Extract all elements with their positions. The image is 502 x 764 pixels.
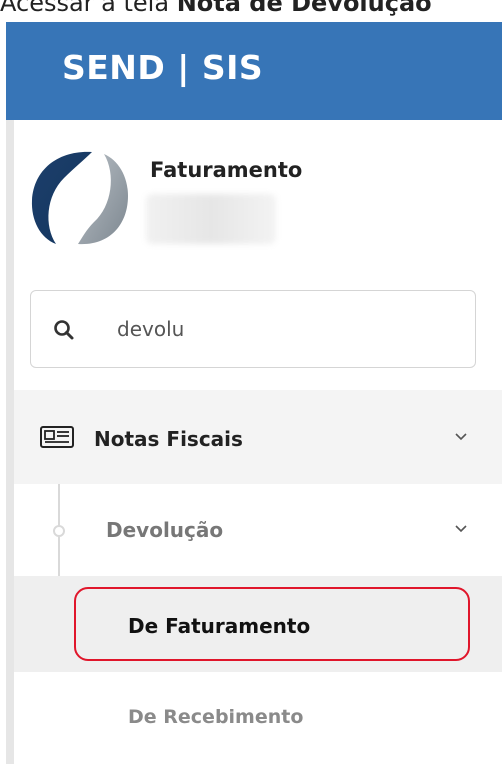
top-header: SEND | SIS	[6, 22, 502, 120]
menu-item-notas-fiscais[interactable]: Notas Fiscais	[14, 390, 502, 484]
instruction-caption: Acessar a tela Nota de Devolução	[0, 0, 502, 23]
menu-item-de-recebimento[interactable]: De Recebimento	[14, 672, 502, 764]
search-box[interactable]	[30, 290, 476, 368]
app-name: Faturamento	[150, 158, 303, 182]
menu-item-notas-fiscais-label: Notas Fiscais	[94, 427, 243, 451]
chevron-down-icon[interactable]	[454, 430, 468, 444]
chevron-down-icon[interactable]	[454, 522, 468, 536]
menu-item-devolucao[interactable]: Devolução	[14, 484, 502, 576]
search-input[interactable]	[117, 309, 447, 349]
tree-connector-node	[53, 525, 65, 537]
highlight-annotation	[74, 587, 470, 661]
blurred-user-info	[146, 194, 276, 244]
sidebar-edge	[6, 120, 14, 764]
newspaper-icon	[40, 426, 74, 448]
caption-prefix: Acessar a tela	[0, 0, 177, 17]
search-icon	[54, 320, 74, 340]
caption-bold: Nota de Devolução	[176, 0, 432, 17]
sendsis-logo-icon	[31, 151, 128, 245]
brand-title[interactable]: SEND | SIS	[62, 48, 263, 87]
menu-item-de-recebimento-label: De Recebimento	[128, 706, 304, 728]
menu-item-devolucao-label: Devolução	[106, 518, 224, 542]
